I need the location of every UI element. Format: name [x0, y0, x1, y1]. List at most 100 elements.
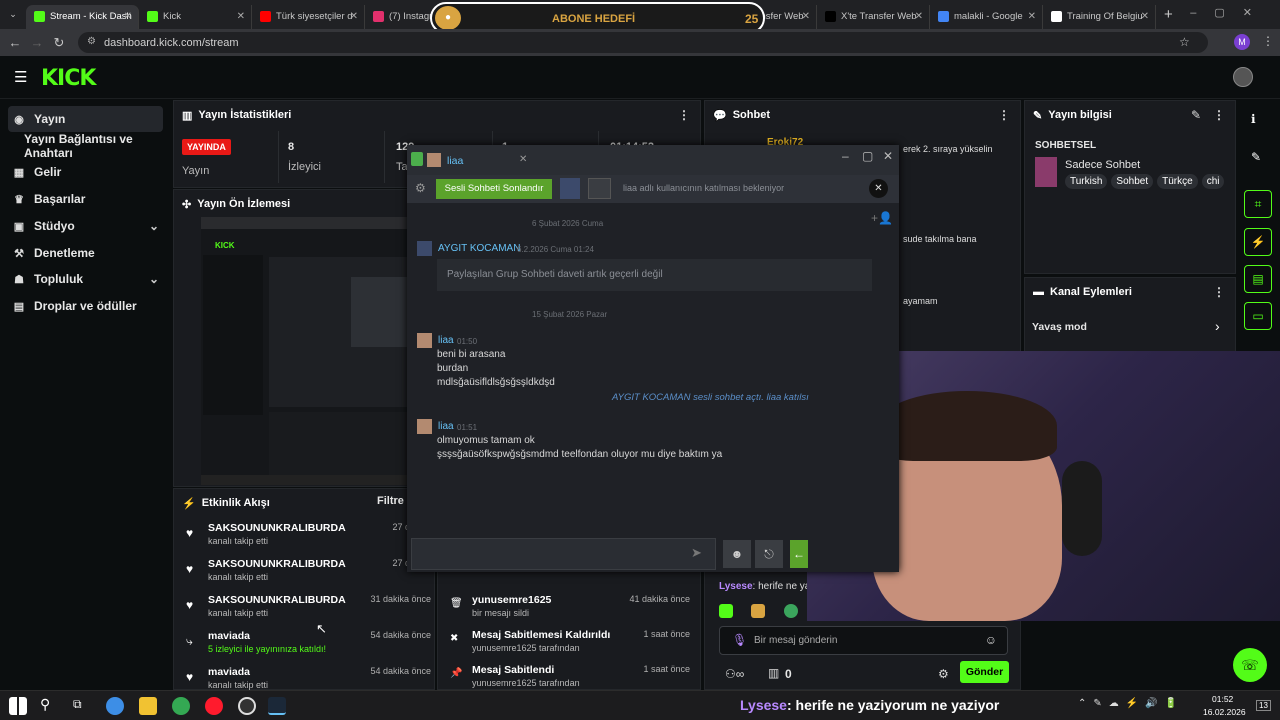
close-tab-icon[interactable]: ✕: [237, 11, 245, 22]
bookmark-star-icon[interactable]: ☆: [1179, 35, 1190, 49]
obs-icon[interactable]: [238, 697, 256, 715]
activity-name[interactable]: SAKSOUNUNKRALIBURDA: [208, 558, 346, 570]
tab-list-button[interactable]: ⌄: [0, 9, 26, 20]
panel-menu-icon[interactable]: ⋮: [678, 108, 690, 122]
browser-tab[interactable]: Training Of Belgiu ✕: [1043, 4, 1156, 29]
chat-settings-icon[interactable]: ⚙: [938, 667, 949, 681]
close-tab-icon[interactable]: ✕: [519, 154, 527, 165]
browser-tab[interactable]: malakli - Google ✕: [930, 4, 1043, 29]
chat-bubble-icon[interactable]: ▭: [1244, 302, 1272, 330]
browser-tab[interactable]: Kick ✕: [139, 4, 252, 29]
end-voice-button[interactable]: Sesli Sohbeti Sonlandır: [436, 179, 552, 199]
panel-menu-icon[interactable]: ⋮: [1213, 285, 1225, 299]
new-tab-button[interactable]: +: [1164, 6, 1173, 23]
sidebar-item-topluluk[interactable]: ☗ Topluluk ⌄: [8, 266, 163, 292]
chat-username[interactable]: Lysese: [719, 581, 753, 592]
task-view-icon[interactable]: ⧉: [73, 697, 82, 712]
sidebar-item-studyo[interactable]: ▣ Stüdyo ⌄: [8, 213, 163, 239]
minimize-icon[interactable]: –: [842, 149, 849, 163]
activity-name[interactable]: maviada: [208, 666, 250, 678]
panel-menu-icon[interactable]: ⋮: [998, 108, 1010, 122]
sidebar-item-denetleme[interactable]: ⚒ Denetleme: [8, 240, 163, 266]
stream-tag[interactable]: chi: [1201, 174, 1225, 189]
emote-icon[interactable]: [719, 604, 733, 618]
sender-avatar[interactable]: [417, 419, 432, 434]
participant-avatar[interactable]: [560, 178, 580, 199]
stream-tag[interactable]: Sohbet: [1111, 174, 1154, 189]
edit-icon[interactable]: ✎: [1191, 108, 1201, 122]
sidebar-item-gelir[interactable]: ▦ Gelir: [8, 159, 163, 185]
gift-icon[interactable]: ▥: [768, 666, 779, 680]
activity-name[interactable]: SAKSOUNUNKRALIBURDA: [208, 522, 346, 534]
category-thumbnail[interactable]: [1035, 157, 1057, 187]
browser-tab[interactable]: X'te Transfer Web ✕: [817, 4, 930, 29]
steam-message-input[interactable]: [411, 538, 716, 570]
support-bubble-icon[interactable]: ☏: [1233, 648, 1267, 682]
sidebar-item-basarilar[interactable]: ♛ Başarılar: [8, 186, 163, 212]
microphone-icon[interactable]: 🎙: [732, 633, 747, 647]
activity-name[interactable]: maviada: [208, 630, 250, 642]
send-button[interactable]: Gönder: [960, 661, 1009, 683]
sidebar-item-stream-key[interactable]: Yayın Bağlantısı ve Anahtarı: [24, 132, 174, 160]
site-info-icon[interactable]: ⚙: [87, 36, 96, 47]
send-green-button[interactable]: ←: [790, 540, 808, 568]
browser-menu-icon[interactable]: ⋮: [1262, 34, 1274, 48]
sidebar-item-yayin[interactable]: ◉ Yayın: [8, 106, 163, 132]
settings-icon[interactable]: ⚙: [415, 181, 426, 195]
info-icon[interactable]: ℹ: [1251, 112, 1256, 126]
chat-input[interactable]: 🎙 Bir mesaj gönderin ☺: [719, 626, 1008, 655]
close-tab-icon[interactable]: ✕: [915, 11, 923, 22]
emote-icon[interactable]: [783, 604, 798, 618]
hamburger-menu-icon[interactable]: ☰: [14, 68, 27, 86]
pencil-icon[interactable]: ✎: [1251, 150, 1261, 164]
notes-icon[interactable]: ▤: [1244, 265, 1272, 293]
close-tab-icon[interactable]: ✕: [350, 11, 358, 22]
clock-time[interactable]: 01:52: [1212, 694, 1233, 704]
preview-video[interactable]: KICK: [201, 217, 436, 485]
url-field[interactable]: ⚙ dashboard.kick.com/stream: [78, 32, 1208, 53]
close-tab-icon[interactable]: ✕: [1141, 11, 1149, 22]
copilot-icon[interactable]: [106, 697, 124, 715]
chevron-right-icon[interactable]: ›: [1215, 318, 1220, 334]
sidebar-item-droplar[interactable]: ▤ Droplar ve ödüller: [8, 293, 163, 319]
sender-avatar[interactable]: [417, 333, 432, 348]
mod-log-name[interactable]: yunusemre1625: [472, 594, 551, 606]
mod-log-name[interactable]: Mesaj Sabitlendi: [472, 664, 554, 676]
close-tab-icon[interactable]: ✕: [124, 11, 132, 22]
panel-menu-icon[interactable]: ⋮: [1213, 108, 1225, 122]
sender-name[interactable]: liaa: [438, 335, 454, 346]
forward-icon[interactable]: →: [26, 35, 48, 50]
activity-name[interactable]: SAKSOUNUNKRALIBURDA: [208, 594, 346, 606]
attachment-icon[interactable]: ⎋: [755, 540, 783, 568]
steam-icon[interactable]: [268, 697, 286, 715]
sender-avatar[interactable]: [417, 241, 432, 256]
chrome-icon[interactable]: [172, 697, 190, 715]
emote-icon[interactable]: [751, 604, 766, 618]
sender-name[interactable]: AYGIT KOCAMAN: [438, 243, 520, 254]
kick-logo[interactable]: KICK: [41, 66, 96, 91]
sender-name[interactable]: liaa: [438, 421, 454, 432]
filter-button[interactable]: Filtre: [377, 495, 404, 507]
stream-tag[interactable]: Türkçe: [1157, 174, 1198, 189]
close-tab-icon[interactable]: ✕: [802, 11, 810, 22]
mod-log-name[interactable]: Mesaj Sabitlemesi Kaldırıldı: [472, 629, 610, 641]
search-icon[interactable]: ⚲: [40, 696, 50, 713]
lightning-icon[interactable]: ⚡: [1244, 228, 1272, 256]
add-friend-icon[interactable]: +👤: [871, 211, 893, 225]
infinity-icon[interactable]: ⚇∞: [725, 667, 744, 681]
user-avatar[interactable]: [1233, 67, 1253, 87]
browser-tab[interactable]: Türk siyesetçiler d ✕: [252, 4, 365, 29]
close-icon[interactable]: ✕: [883, 149, 893, 163]
crop-icon[interactable]: ⌗: [1244, 190, 1272, 218]
windows-start-icon[interactable]: [9, 697, 27, 715]
send-arrow-icon[interactable]: ➤: [691, 545, 702, 561]
friend-avatar[interactable]: [427, 153, 441, 167]
opera-icon[interactable]: [205, 697, 223, 715]
close-tab-icon[interactable]: ✕: [1028, 11, 1036, 22]
stream-tag[interactable]: Turkish: [1065, 174, 1108, 189]
notification-badge[interactable]: 13: [1256, 700, 1271, 711]
back-icon[interactable]: ←: [4, 35, 26, 50]
emoji-icon[interactable]: ☺: [985, 633, 997, 647]
slow-mode-label[interactable]: Yavaş mod: [1032, 321, 1087, 333]
clock-date[interactable]: 16.02.2026: [1203, 707, 1246, 717]
